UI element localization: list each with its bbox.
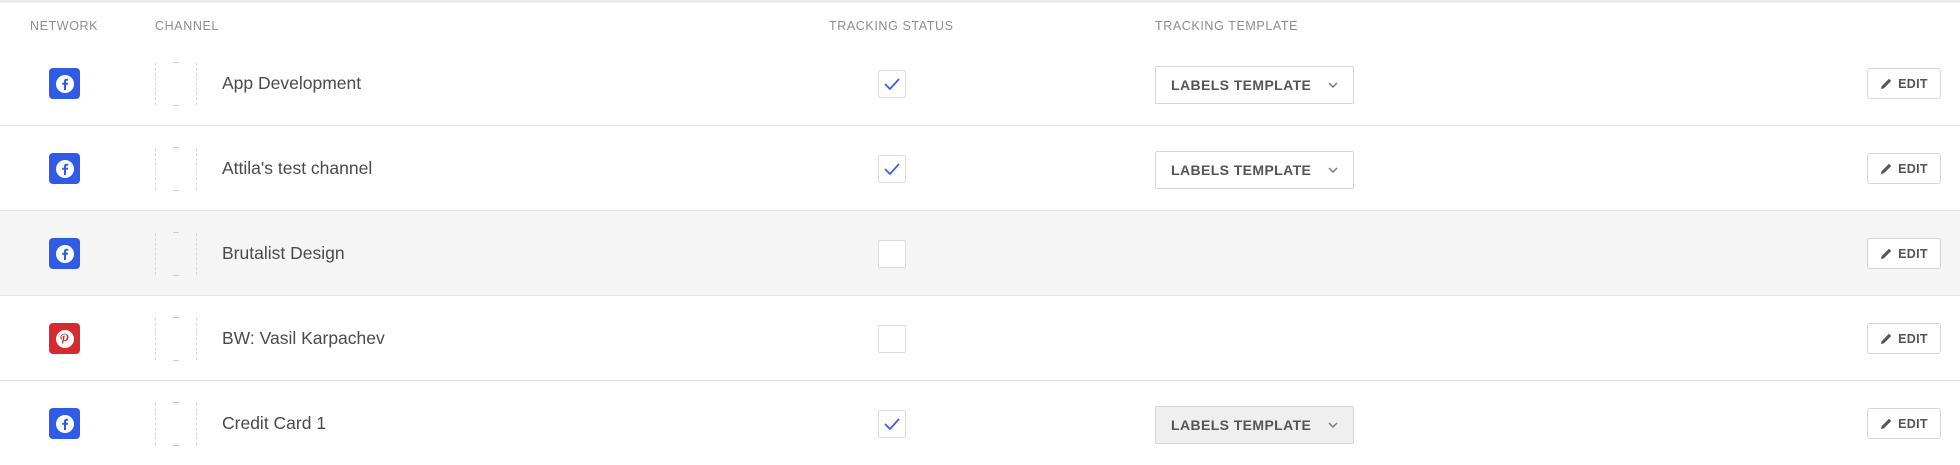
tracking-checkbox[interactable] [878, 410, 906, 438]
edit-label: EDIT [1898, 331, 1928, 346]
tracking-template-dropdown[interactable]: LABELS TEMPLATE [1155, 151, 1354, 189]
check-icon [884, 418, 900, 431]
header-channel: CHANNEL [155, 19, 219, 33]
tracking-checkbox[interactable] [878, 155, 906, 183]
table-row: Credit Card 1 LABELS TEMPLATE EDIT [0, 381, 1960, 465]
edit-button[interactable]: EDIT [1867, 68, 1941, 99]
pinterest-icon [49, 323, 80, 354]
chevron-down-icon [1327, 421, 1339, 429]
facebook-icon [49, 408, 80, 439]
chevron-down-icon [1327, 166, 1339, 174]
chevron-down-icon [1327, 81, 1339, 89]
tracking-template-dropdown[interactable]: LABELS TEMPLATE [1155, 406, 1354, 444]
pencil-icon [1880, 417, 1893, 430]
channel-avatar [155, 317, 197, 361]
pencil-icon [1880, 162, 1893, 175]
edit-button[interactable]: EDIT [1867, 408, 1941, 439]
check-icon [884, 78, 900, 91]
table-row: Attila's test channel LABELS TEMPLATE ED… [0, 126, 1960, 211]
channel-name: BW: Vasil Karpachev [222, 328, 385, 348]
edit-label: EDIT [1898, 416, 1928, 431]
edit-button[interactable]: EDIT [1867, 238, 1941, 269]
channel-avatar [155, 62, 197, 106]
tracking-checkbox[interactable] [878, 240, 906, 268]
edit-label: EDIT [1898, 161, 1928, 176]
channel-name: Credit Card 1 [222, 413, 327, 433]
facebook-icon [49, 68, 80, 99]
edit-label: EDIT [1898, 76, 1928, 91]
channel-avatar [155, 147, 197, 191]
channel-avatar [155, 402, 197, 446]
facebook-icon [49, 153, 80, 184]
channel-avatar [155, 232, 197, 276]
table-row: App Development LABELS TEMPLATE EDIT [0, 40, 1960, 126]
channel-name: Brutalist Design [222, 243, 345, 263]
edit-button[interactable]: EDIT [1867, 323, 1941, 354]
tracking-template-dropdown[interactable]: LABELS TEMPLATE [1155, 66, 1354, 104]
pencil-icon [1880, 332, 1893, 345]
table-header: NETWORK CHANNEL TRACKING STATUS TRACKING… [0, 3, 1960, 40]
header-network: NETWORK [30, 19, 99, 33]
template-label: LABELS TEMPLATE [1171, 417, 1312, 433]
tracking-checkbox[interactable] [878, 325, 906, 353]
template-label: LABELS TEMPLATE [1171, 162, 1312, 178]
edit-label: EDIT [1898, 246, 1928, 261]
header-tracking-status: TRACKING STATUS [829, 19, 954, 33]
table-row: Brutalist Design EDIT [0, 211, 1960, 296]
tracking-checkbox[interactable] [878, 70, 906, 98]
pencil-icon [1880, 247, 1893, 260]
table-row: BW: Vasil Karpachev EDIT [0, 296, 1960, 381]
facebook-icon [49, 238, 80, 269]
pencil-icon [1880, 77, 1893, 90]
check-icon [884, 163, 900, 176]
header-tracking-template: TRACKING TEMPLATE [1155, 19, 1299, 33]
channel-name: Attila's test channel [222, 158, 373, 178]
template-label: LABELS TEMPLATE [1171, 77, 1312, 93]
edit-button[interactable]: EDIT [1867, 153, 1941, 184]
channel-name: App Development [222, 73, 362, 93]
